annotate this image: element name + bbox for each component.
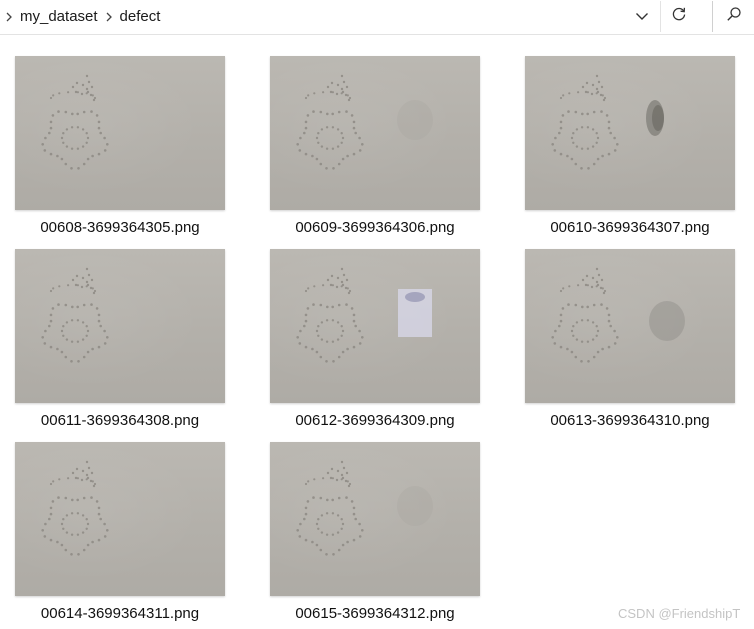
fabric-pattern (551, 267, 685, 363)
defect-mark (652, 105, 664, 131)
file-tile[interactable]: 00611-3699364308.png (0, 227, 240, 429)
refresh-icon (671, 6, 687, 27)
search-icon (726, 6, 742, 27)
image-thumbnail[interactable] (270, 56, 480, 210)
file-tile[interactable]: 00615-3699364312.png (255, 420, 495, 622)
chevron-right-icon[interactable] (0, 0, 18, 33)
image-thumbnail[interactable] (525, 56, 735, 210)
file-tile[interactable]: 00614-3699364311.png (0, 420, 240, 622)
refresh-button[interactable] (660, 1, 697, 32)
fabric-pattern (41, 74, 109, 170)
file-tile[interactable]: 00610-3699364307.png (510, 34, 750, 236)
defect-mark (397, 100, 433, 140)
fabric-pattern (551, 74, 664, 170)
file-tile[interactable]: 00612-3699364309.png (255, 227, 495, 429)
file-name[interactable]: 00614-3699364311.png (0, 605, 240, 622)
image-thumbnail[interactable] (15, 56, 225, 210)
defect-mark (405, 292, 425, 302)
defect-mark (397, 486, 433, 526)
file-tile[interactable]: 00609-3699364306.png (255, 34, 495, 236)
image-thumbnail[interactable] (525, 249, 735, 403)
search-button[interactable] (712, 1, 754, 32)
image-thumbnail[interactable] (270, 249, 480, 403)
chevron-right-icon[interactable] (100, 0, 118, 33)
defect-mark (649, 301, 685, 341)
fabric-pattern (41, 267, 109, 363)
fabric-pattern (41, 460, 109, 556)
file-tile[interactable]: 00608-3699364305.png (0, 34, 240, 236)
breadcrumb-item-my-dataset[interactable]: my_dataset (18, 0, 100, 33)
file-tile[interactable]: 00613-3699364310.png (510, 227, 750, 429)
image-thumbnail[interactable] (15, 442, 225, 596)
file-name[interactable]: 00615-3699364312.png (255, 605, 495, 622)
image-thumbnail[interactable] (270, 442, 480, 596)
breadcrumb: my_dataset defect (0, 0, 628, 33)
file-name[interactable]: 00613-3699364310.png (510, 412, 750, 429)
image-thumbnail[interactable] (15, 249, 225, 403)
fabric-pattern (296, 267, 432, 363)
address-history-dropdown-button[interactable] (628, 1, 656, 32)
address-bar: my_dataset defect (0, 0, 754, 35)
csdn-watermark: CSDN @FriendshipT (618, 606, 741, 621)
chevron-down-icon (635, 8, 649, 26)
breadcrumb-item-defect[interactable]: defect (118, 0, 163, 33)
fabric-pattern (296, 74, 433, 170)
fabric-pattern (296, 460, 433, 556)
file-grid: 00608-3699364305.png 00609-3699364306.pn… (0, 34, 754, 629)
